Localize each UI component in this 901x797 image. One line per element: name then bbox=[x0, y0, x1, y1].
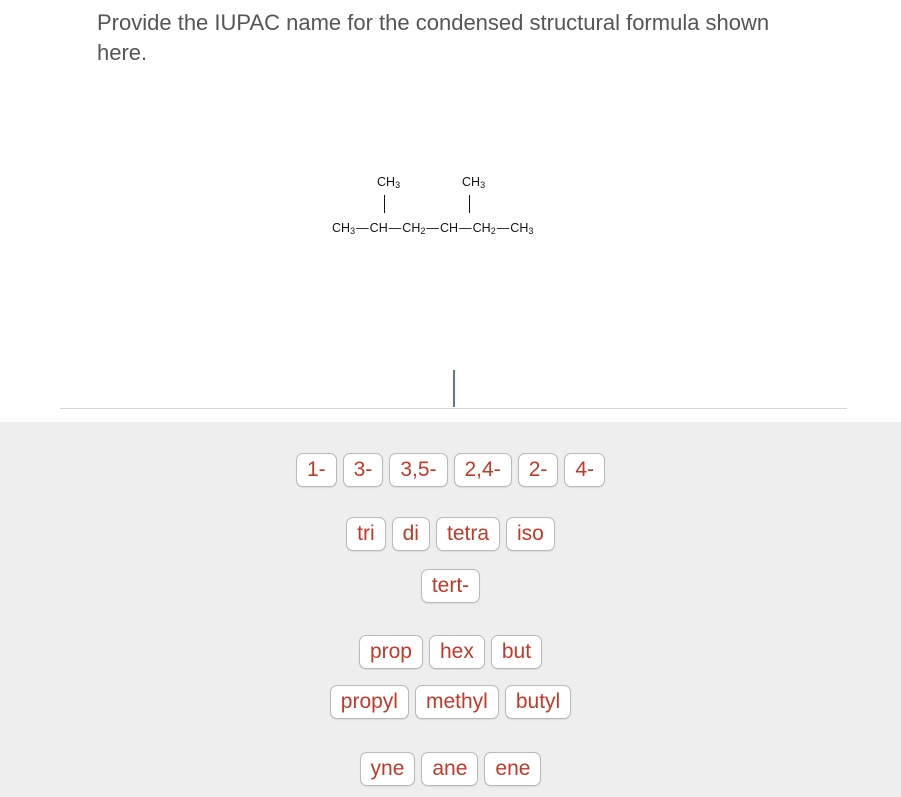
tile-locant-4[interactable]: 4- bbox=[564, 453, 606, 487]
tile-tetra[interactable]: tetra bbox=[435, 517, 501, 551]
substituent-row: propyl methyl butyl bbox=[0, 685, 901, 719]
tile-iso[interactable]: iso bbox=[506, 517, 555, 551]
root-row: prop hex but bbox=[0, 635, 901, 669]
tile-locant-2[interactable]: 2- bbox=[517, 453, 559, 487]
tile-di[interactable]: di bbox=[391, 517, 430, 551]
tile-locant-2-4[interactable]: 2,4- bbox=[453, 453, 512, 487]
suffix-row: yne ane ene bbox=[0, 752, 901, 786]
question-prompt: Provide the IUPAC name for the condensed… bbox=[97, 10, 770, 65]
condensed-structural-formula: CH3 CH3 CH3 — CH — CH2 — CH — CH2 — CH3 bbox=[320, 165, 600, 250]
tile-ane[interactable]: ane bbox=[421, 752, 479, 786]
tile-locant-3[interactable]: 3- bbox=[342, 453, 384, 487]
prefix-row: tert- bbox=[0, 569, 901, 603]
tile-propyl[interactable]: propyl bbox=[329, 685, 409, 719]
bond-vertical-2 bbox=[469, 195, 470, 213]
tile-but[interactable]: but bbox=[490, 635, 543, 669]
tile-butyl[interactable]: butyl bbox=[504, 685, 572, 719]
tile-yne[interactable]: yne bbox=[359, 752, 416, 786]
tile-methyl[interactable]: methyl bbox=[414, 685, 499, 719]
text-cursor bbox=[453, 370, 455, 407]
tile-ene[interactable]: ene bbox=[484, 752, 542, 786]
multiplier-row: tri di tetra iso bbox=[0, 517, 901, 551]
locant-row: 1- 3- 3,5- 2,4- 2- 4- bbox=[0, 453, 901, 487]
branch-methyl-1: CH3 bbox=[377, 175, 401, 190]
answer-input-area[interactable] bbox=[60, 360, 847, 409]
tile-tert[interactable]: tert- bbox=[420, 569, 481, 603]
tile-locant-1[interactable]: 1- bbox=[295, 453, 337, 487]
bond-vertical-1 bbox=[384, 195, 385, 213]
tile-hex[interactable]: hex bbox=[428, 635, 485, 669]
tile-tri[interactable]: tri bbox=[346, 517, 386, 551]
tile-locant-3-5[interactable]: 3,5- bbox=[389, 453, 448, 487]
tile-prop[interactable]: prop bbox=[358, 635, 423, 669]
branch-methyl-2: CH3 bbox=[462, 175, 486, 190]
main-chain: CH3 — CH — CH2 — CH — CH2 — CH3 bbox=[332, 221, 534, 236]
answer-tile-palette: 1- 3- 3,5- 2,4- 2- 4- tri di tetra iso t… bbox=[0, 422, 901, 797]
